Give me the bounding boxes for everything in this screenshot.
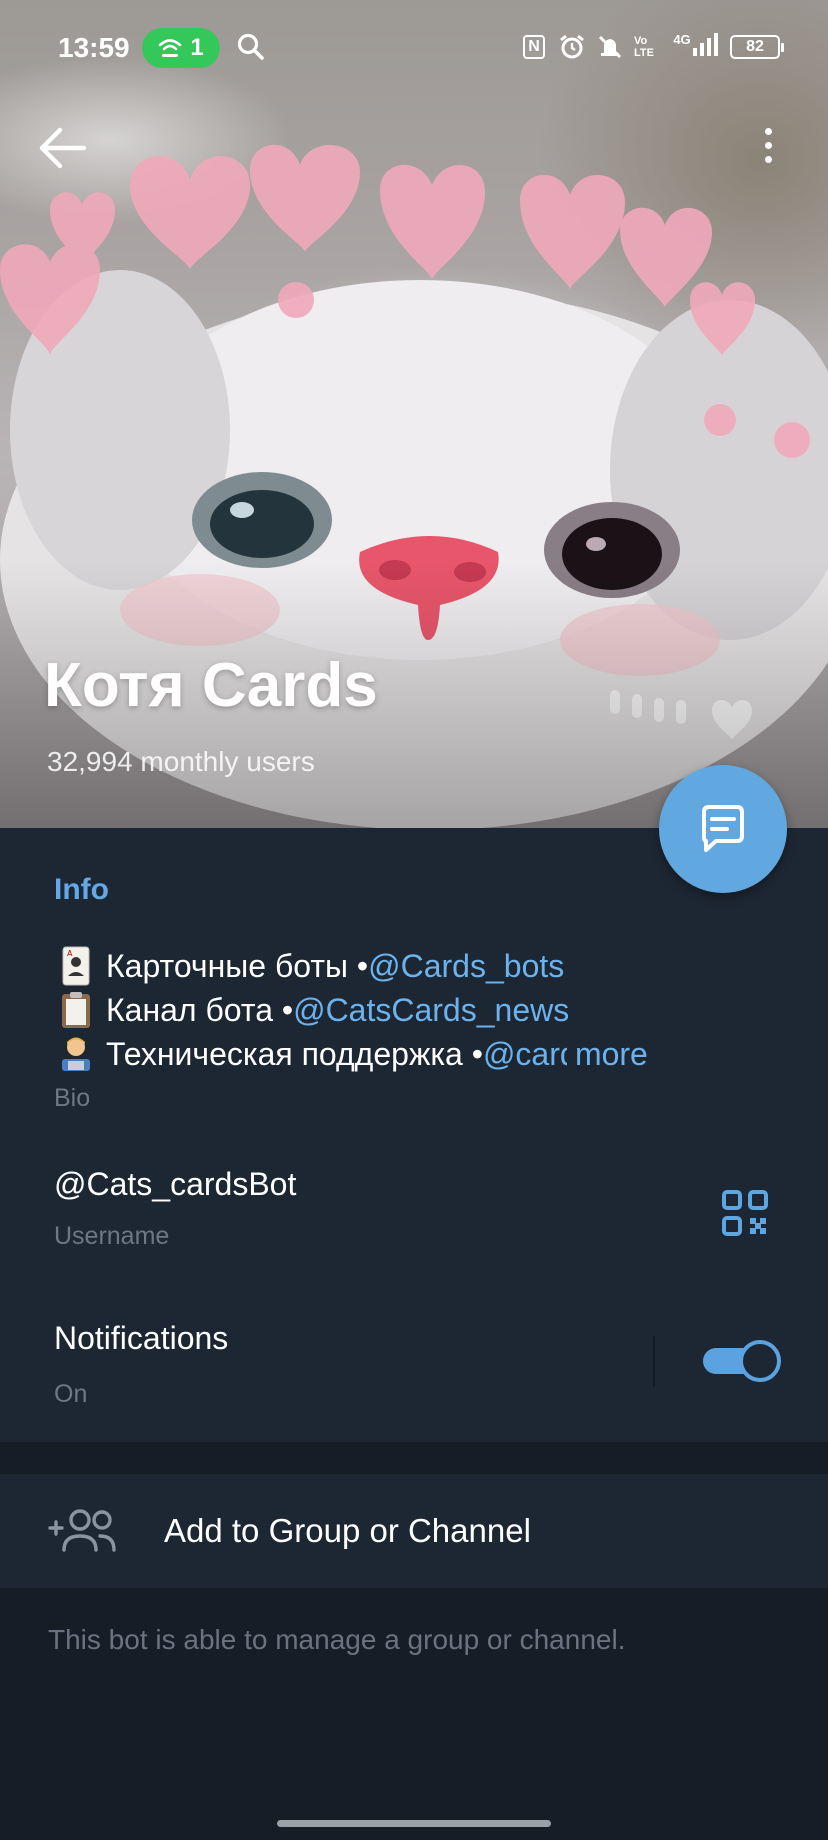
bell-off-icon: [598, 35, 622, 59]
hotspot-indicator: 1: [142, 28, 220, 68]
message-fab[interactable]: [659, 765, 787, 893]
nfc-icon: N: [520, 32, 548, 62]
more-vertical-icon[interactable]: [756, 128, 780, 172]
add-to-group-button[interactable]: Add to Group or Channel: [0, 1474, 828, 1588]
bio-link-channel[interactable]: @CatsCards_news: [293, 992, 569, 1029]
bot-title: Котя Cards: [44, 651, 378, 720]
add-people-icon: [48, 1509, 116, 1552]
notifications-status: On: [54, 1380, 88, 1408]
bio-line: Канал бота • @CatsCards_news: [54, 988, 794, 1032]
bio-block[interactable]: A Карточные боты • @Cards_bots Канал бот…: [54, 944, 794, 1076]
hotspot-count: 1: [190, 34, 204, 61]
svg-text:A: A: [67, 949, 73, 958]
footer-area: This bot is able to manage a group or ch…: [0, 1588, 828, 1840]
bio-link-cards-bots[interactable]: @Cards_bots: [368, 948, 564, 985]
bio-line: Техническая поддержка • @cardı more: [54, 1032, 794, 1076]
bio-line: A Карточные боты • @Cards_bots: [54, 944, 794, 988]
status-bar: 13:59 1 N Vo LTE 4G 82: [0, 0, 828, 96]
bio-caption: Bio: [54, 1084, 91, 1112]
divider: [653, 1336, 655, 1386]
section-header-info: Info: [54, 873, 109, 906]
section-separator: [0, 1442, 828, 1474]
info-section: Info A Карточные боты • @Cards_bots Кана…: [0, 828, 828, 1442]
signal-icon: 4G: [672, 32, 720, 62]
arrow-left-icon[interactable]: [38, 126, 90, 170]
bio-link-support[interactable]: @cardı: [483, 1036, 567, 1073]
bot-subtitle: 32,994 monthly users: [47, 746, 315, 777]
alarm-icon: [560, 34, 584, 59]
clipboard-icon: [54, 991, 98, 1029]
home-indicator[interactable]: [277, 1820, 551, 1827]
username-value[interactable]: @Cats_cardsBot: [54, 1166, 296, 1203]
notifications-label: Notifications: [54, 1320, 229, 1356]
battery-indicator: 82: [730, 35, 784, 59]
add-to-group-label: Add to Group or Channel: [164, 1512, 531, 1549]
technologist-icon: [54, 1035, 98, 1073]
status-time: 13:59: [58, 32, 130, 63]
volte-icon: Vo LTE: [634, 35, 654, 59]
username-caption: Username: [54, 1222, 170, 1250]
qr-code-icon[interactable]: [722, 1190, 768, 1236]
bio-more-link[interactable]: more: [575, 1036, 648, 1073]
bot-admin-note: This bot is able to manage a group or ch…: [48, 1624, 626, 1655]
notifications-toggle[interactable]: [701, 1338, 781, 1384]
playing-card-icon: A: [54, 946, 98, 986]
message-icon: [702, 805, 744, 852]
toggle-knob: [739, 1340, 781, 1382]
search-icon: [237, 33, 264, 60]
hotspot-icon: [159, 39, 182, 57]
